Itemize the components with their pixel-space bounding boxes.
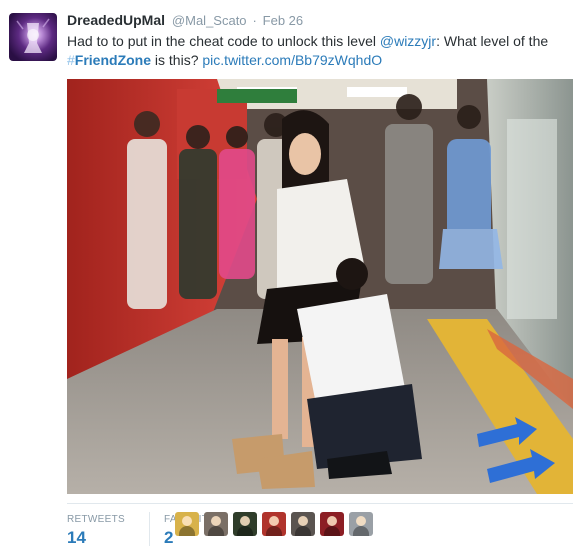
tweet-text-part: : What level of the [436,33,549,49]
tweet-timestamp[interactable]: Feb 26 [263,13,303,28]
favoriter-avatar-icon[interactable] [204,512,228,536]
tweet-photo[interactable] [67,79,573,494]
display-name[interactable]: DreadedUpMal [67,12,165,28]
retweets-stat[interactable]: RETWEETS 14 [67,514,125,548]
favoriter-avatar-icon[interactable] [349,512,373,536]
tweet-text-part: Had to to put in the cheat code to unloc… [67,33,380,49]
separator: · [252,13,257,28]
hashtag-link[interactable]: #FriendZone [67,52,151,68]
tweet-header: DreadedUpMal @Mal_Scato · Feb 26 [67,12,303,30]
favoriter-avatar-icon[interactable] [233,512,257,536]
favoriters-avatars [175,512,378,538]
avatar-image [16,18,50,53]
tweet-text: Had to to put in the cheat code to unloc… [67,32,572,70]
favoriter-avatar-icon[interactable] [262,512,286,536]
favoriter-avatar-icon[interactable] [291,512,315,536]
pic-link[interactable]: pic.twitter.com/Bb79zWqhdO [202,52,382,68]
hashtag-word: FriendZone [74,52,152,68]
favoriter-avatar-icon[interactable] [320,512,344,536]
hashtag-symbol: # [67,52,75,68]
username[interactable]: @Mal_Scato [172,13,247,28]
tweet-text-part: is this? [151,52,203,68]
photo-image [67,79,573,494]
retweets-count: 14 [67,528,86,547]
mention-link[interactable]: @wizzyjr [380,33,436,49]
user-avatar[interactable] [9,13,57,61]
tweet: DreadedUpMal @Mal_Scato · Feb 26 Had to … [0,0,586,556]
retweets-label: RETWEETS [67,514,125,525]
favoriter-avatar-icon[interactable] [175,512,199,536]
